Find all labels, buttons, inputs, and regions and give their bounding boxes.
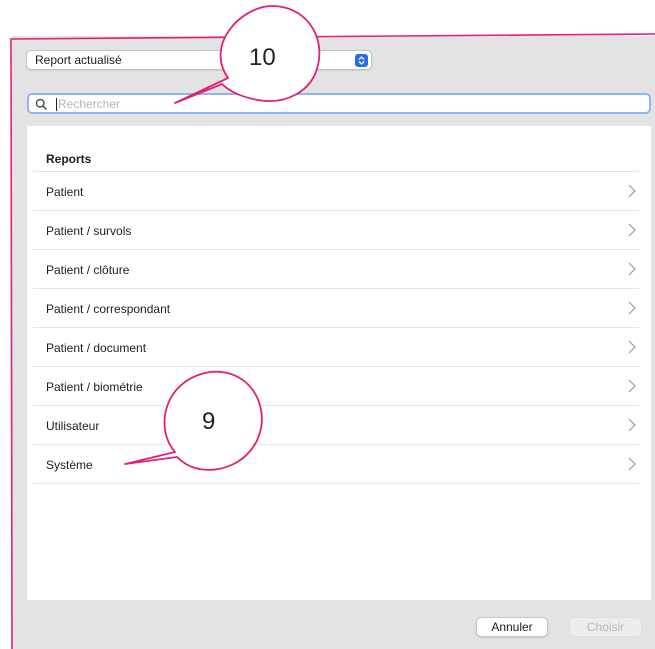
- callout-bubble-shape: [124, 370, 263, 471]
- callout-bubble-9: [124, 370, 263, 471]
- callout-number-9: 9: [202, 408, 216, 435]
